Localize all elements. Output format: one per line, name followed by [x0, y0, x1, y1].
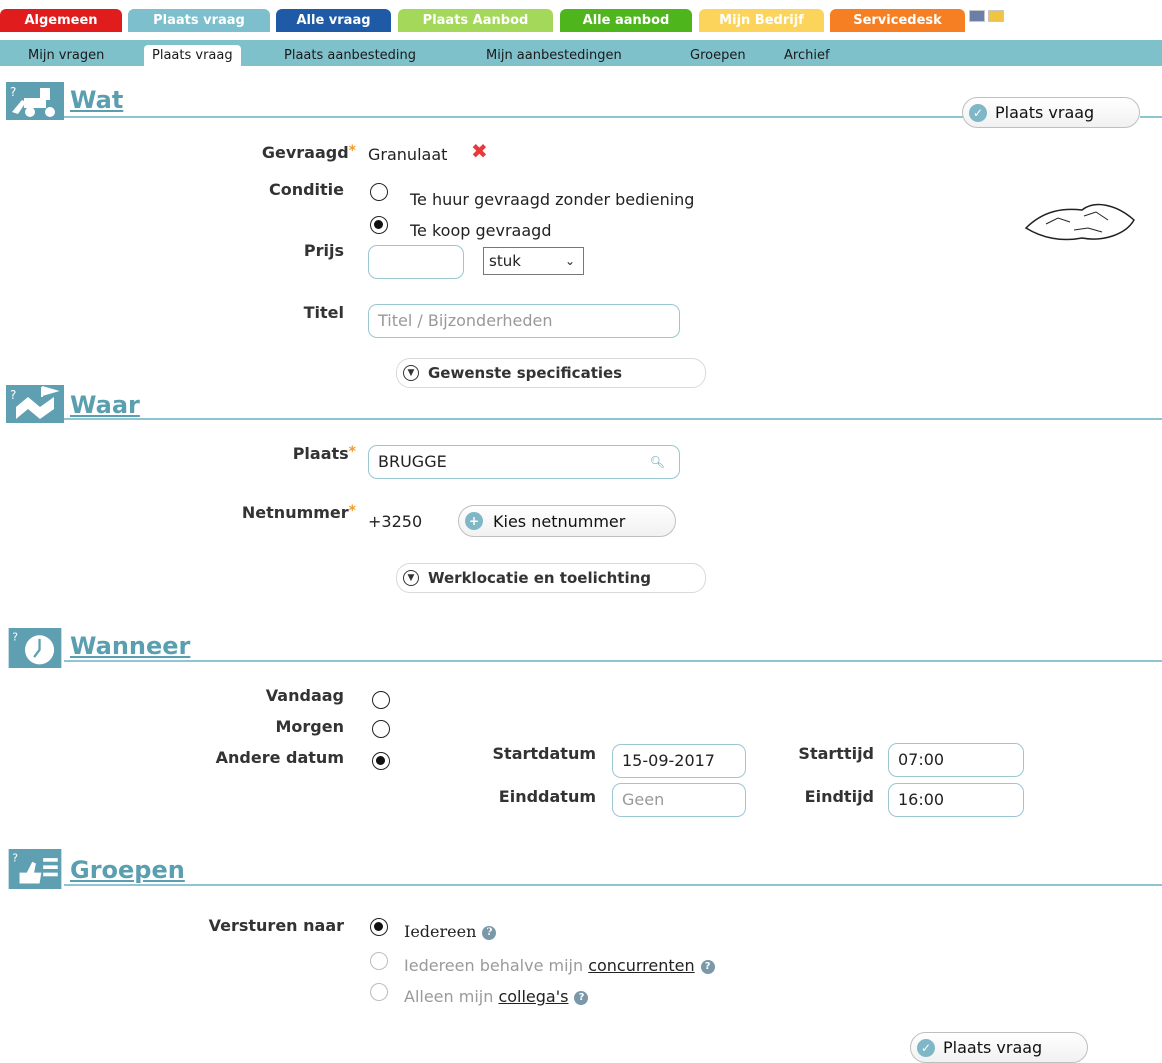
gevraagd-label: Gevraagd*	[261, 143, 356, 162]
startdatum-label: Startdatum	[492, 744, 596, 763]
chevron-down-icon: ▼	[403, 365, 419, 381]
subtab-groepen[interactable]: Groepen	[690, 46, 746, 66]
titel-input[interactable]: Titel / Bijzonderheden	[368, 304, 680, 338]
concurrenten-radio[interactable]	[370, 952, 388, 970]
tab-algemeen[interactable]: Algemeen	[0, 9, 122, 32]
svg-text:?: ?	[12, 852, 18, 865]
section-title-wanneer: Wanneer	[70, 632, 191, 660]
tab-servicedesk[interactable]: Servicedesk	[830, 9, 965, 32]
titel-label: Titel	[303, 303, 344, 322]
starttijd-input[interactable]: 07:00	[888, 743, 1024, 777]
prijs-input[interactable]	[368, 245, 464, 279]
chevron-down-icon: ⌄	[564, 254, 575, 268]
collegas-link[interactable]: collega's	[498, 987, 568, 1006]
section-divider	[64, 884, 1162, 886]
tab-alle-aanbod[interactable]: Alle aanbod	[560, 9, 692, 32]
check-icon: ✓	[969, 104, 987, 122]
subtab-archief[interactable]: Archief	[784, 46, 830, 66]
thumbs-icon: ?	[8, 849, 62, 889]
chevron-down-icon: ▼	[403, 570, 419, 586]
subtab-mijn-vragen[interactable]: Mijn vragen	[28, 46, 104, 66]
plus-icon: +	[465, 512, 483, 530]
kies-netnummer-label: Kies netnummer	[493, 512, 626, 531]
concurrenten-link[interactable]: concurrenten	[588, 956, 694, 975]
netnummer-value: +3250	[368, 512, 423, 531]
conditie-radio-koop[interactable]	[370, 216, 388, 234]
iedereen-option: Iedereen?	[404, 922, 497, 941]
plaats-label: Plaats*	[292, 444, 356, 463]
conditie-radio-huur[interactable]	[370, 183, 388, 201]
netnummer-label: Netnummer*	[241, 503, 356, 522]
vandaag-radio[interactable]	[372, 691, 390, 709]
flag-icon-secondary[interactable]	[988, 10, 1004, 22]
subtab-plaats-vraag[interactable]: Plaats vraag	[144, 45, 241, 67]
conditie-label: Conditie	[268, 180, 344, 199]
excavator-icon: ?	[6, 82, 64, 120]
svg-text:?: ?	[10, 388, 16, 402]
section-title-wat: Wat	[70, 86, 124, 114]
section-divider	[64, 418, 1162, 420]
plaats-vraag-label: Plaats vraag	[995, 103, 1095, 122]
prijs-unit-select[interactable]: stuk ⌄	[483, 247, 584, 275]
tab-plaats-aanbod[interactable]: Plaats Aanbod	[398, 9, 553, 32]
help-icon[interactable]: ?	[700, 959, 715, 974]
plaats-input[interactable]: BRUGGE 🔍︎	[368, 445, 680, 479]
gevraagd-value: Granulaat	[368, 145, 448, 164]
flag-icon[interactable]	[969, 10, 985, 22]
clock-icon: ?	[8, 628, 62, 668]
specs-button-label: Gewenste specificaties	[428, 364, 623, 382]
eindtijd-input[interactable]: 16:00	[888, 783, 1024, 817]
subtab-plaats-aanbesteding[interactable]: Plaats aanbesteding	[284, 46, 416, 66]
check-icon: ✓	[917, 1039, 935, 1057]
concurrenten-option: Iedereen behalve mijn concurrenten?	[404, 956, 715, 975]
andere-datum-radio[interactable]	[372, 752, 390, 770]
tab-alle-vraag[interactable]: Alle vraag	[276, 9, 391, 32]
startdatum-input[interactable]: 15-09-2017	[612, 744, 746, 778]
morgen-radio[interactable]	[372, 720, 390, 738]
plaats-vraag-button-top[interactable]: ✓ Plaats vraag	[962, 97, 1140, 128]
svg-text:?: ?	[10, 85, 16, 99]
versturen-naar-label: Versturen naar	[208, 916, 344, 935]
tab-plaats-vraag[interactable]: Plaats vraag	[128, 9, 270, 32]
help-icon[interactable]: ?	[574, 990, 589, 1005]
top-navigation: Algemeen Plaats vraag Alle vraag Plaats …	[0, 0, 1162, 40]
eindtijd-label: Eindtijd	[804, 787, 874, 806]
conditie-option-koop: Te koop gevraagd	[410, 221, 552, 240]
plaats-vraag-label: Plaats vraag	[943, 1038, 1043, 1057]
granulaat-image	[1024, 203, 1135, 241]
gewenste-specificaties-button[interactable]: ▼ Gewenste specificaties	[396, 358, 706, 388]
plaats-vraag-button-bottom[interactable]: ✓ Plaats vraag	[910, 1032, 1088, 1063]
svg-text:?: ?	[12, 631, 18, 644]
section-divider	[64, 660, 1162, 662]
vandaag-label: Vandaag	[265, 686, 344, 705]
kies-netnummer-button[interactable]: + Kies netnummer	[458, 505, 676, 537]
subtab-mijn-aanbestedingen[interactable]: Mijn aanbestedingen	[486, 46, 622, 66]
andere-datum-label: Andere datum	[215, 748, 344, 767]
conditie-option-huur: Te huur gevraagd zonder bediening	[410, 190, 695, 209]
collegas-option: Alleen mijn collega's?	[404, 987, 589, 1006]
einddatum-label: Einddatum	[498, 787, 596, 806]
section-divider	[64, 116, 964, 118]
search-icon[interactable]: 🔍︎	[650, 446, 665, 478]
tab-mijn-bedrijf[interactable]: Mijn Bedrijf	[699, 9, 824, 32]
map-icon: ?	[6, 385, 64, 423]
section-divider	[1140, 116, 1162, 118]
section-title-groepen: Groepen	[70, 856, 185, 884]
sub-navigation: Mijn vragen Plaats vraag Plaats aanbeste…	[0, 40, 1162, 67]
collegas-radio[interactable]	[370, 983, 388, 1001]
morgen-label: Morgen	[275, 717, 345, 736]
iedereen-radio[interactable]	[370, 918, 388, 936]
einddatum-input[interactable]: Geen	[612, 783, 746, 817]
starttijd-label: Starttijd	[798, 744, 874, 763]
remove-icon[interactable]: ✖	[471, 139, 488, 163]
prijs-label: Prijs	[303, 241, 344, 260]
werklocatie-button[interactable]: ▼ Werklocatie en toelichting	[396, 563, 706, 593]
help-icon[interactable]: ?	[482, 925, 497, 940]
werklocatie-button-label: Werklocatie en toelichting	[428, 569, 652, 587]
section-title-waar: Waar	[70, 391, 140, 419]
